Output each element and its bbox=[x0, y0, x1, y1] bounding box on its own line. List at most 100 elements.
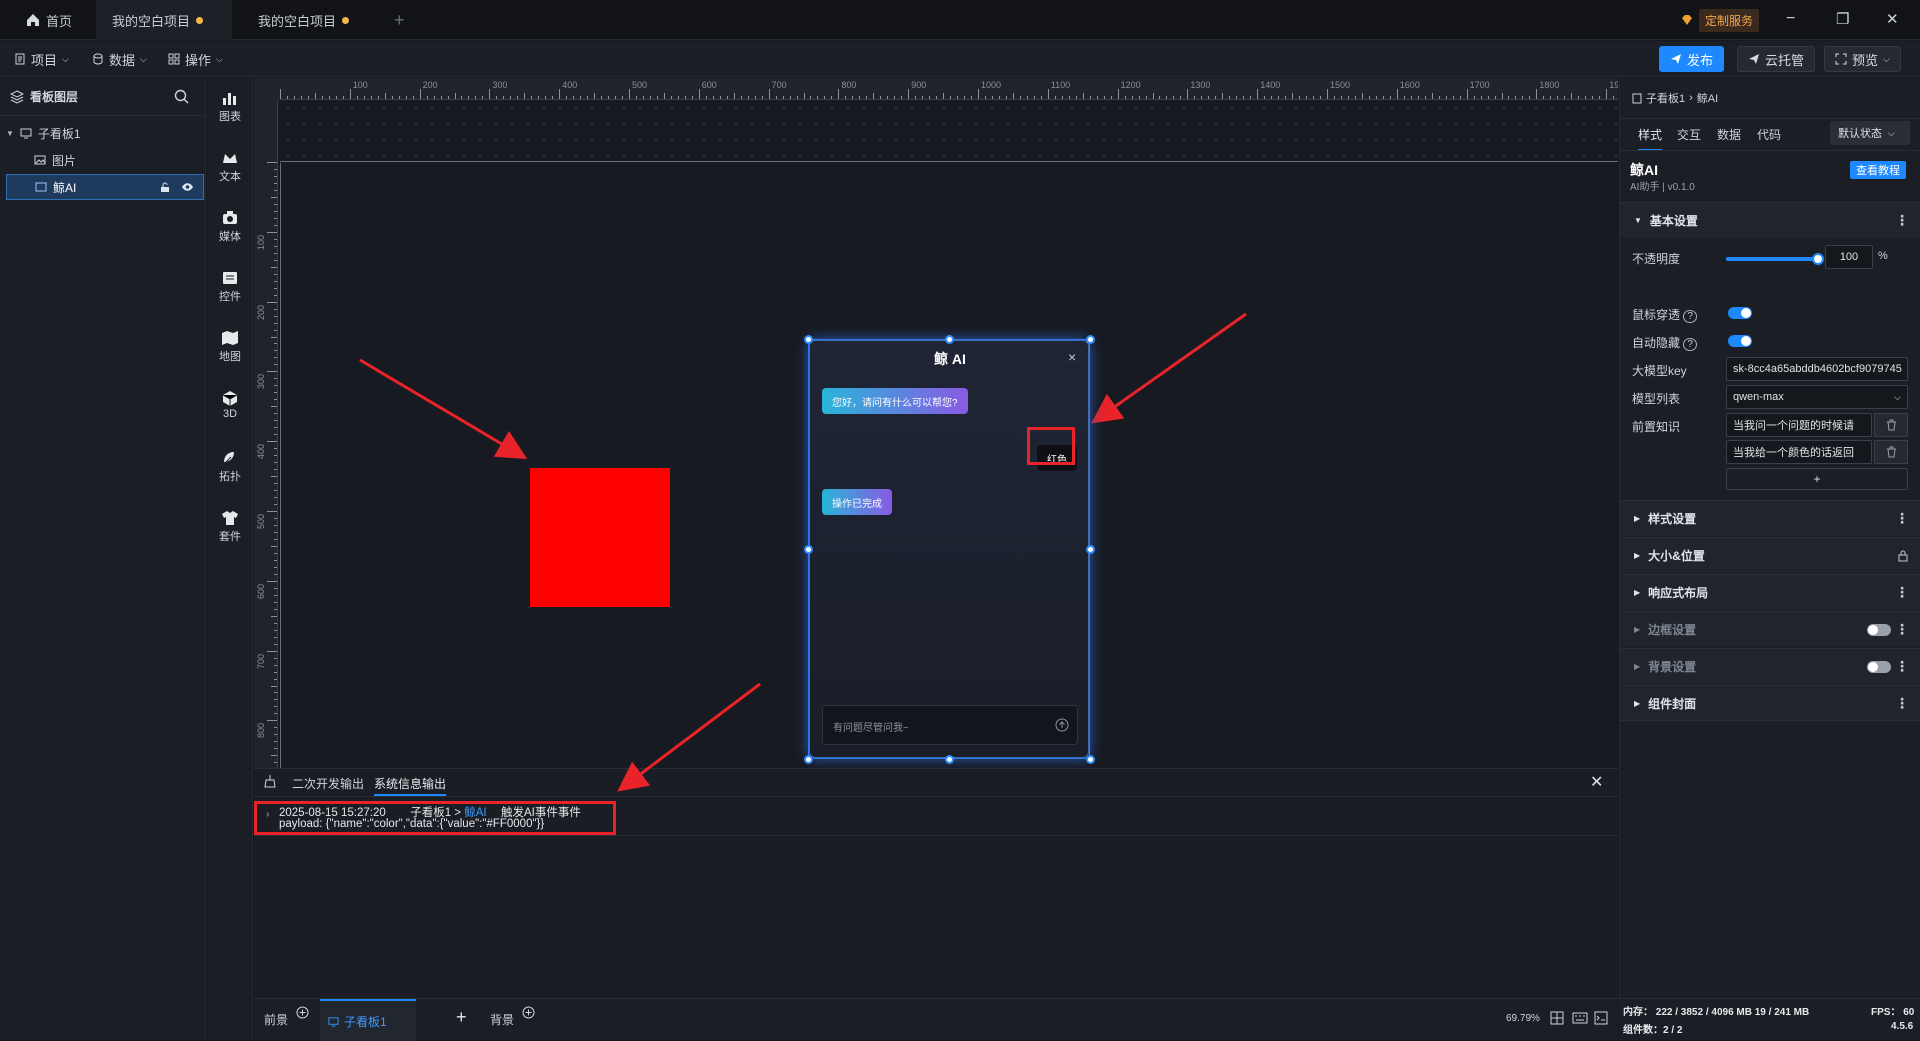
border-toggle[interactable] bbox=[1867, 624, 1891, 636]
console-close-button[interactable]: ✕ bbox=[1590, 772, 1603, 792]
minimize-button[interactable]: − bbox=[1786, 10, 1795, 28]
cloud-host-button[interactable]: 云托管 bbox=[1737, 46, 1816, 72]
caret-right-icon: ▶ bbox=[1634, 551, 1641, 560]
state-select[interactable]: 默认状态 ⌵ bbox=[1830, 121, 1910, 145]
tool-widget[interactable]: 控件 bbox=[207, 270, 253, 304]
tool-suite[interactable]: 套件 bbox=[207, 510, 253, 544]
add-board-button[interactable]: + bbox=[456, 1007, 467, 1028]
background-toggle[interactable] bbox=[1867, 661, 1891, 673]
resize-handle[interactable] bbox=[804, 755, 813, 764]
add-circle-icon[interactable] bbox=[296, 1006, 309, 1019]
close-window-button[interactable]: ✕ bbox=[1886, 10, 1899, 28]
more-icon[interactable]: ⋮ bbox=[1895, 659, 1909, 673]
tab-system-output[interactable]: 系统信息输出 bbox=[374, 775, 447, 796]
add-knowledge-button[interactable]: + bbox=[1726, 468, 1908, 490]
view-tutorial-button[interactable]: 查看教程 bbox=[1850, 161, 1906, 179]
new-tab-button[interactable]: + bbox=[378, 0, 421, 40]
auto-hide-toggle[interactable] bbox=[1728, 335, 1752, 347]
layer-item-subboard[interactable]: ▼ 子看板1 bbox=[6, 120, 204, 146]
more-icon[interactable]: ⋮ bbox=[1895, 213, 1909, 227]
model-key-label: 大模型key bbox=[1632, 364, 1687, 378]
layer-item-whale-ai[interactable]: 鲸AI bbox=[6, 174, 204, 200]
section-style-settings[interactable]: ▶ 样式设置 ⋮ bbox=[1620, 500, 1920, 536]
opacity-slider[interactable] bbox=[1726, 253, 1824, 265]
menu-data[interactable]: 数据 ⌵ bbox=[92, 41, 147, 77]
more-icon[interactable]: ⋮ bbox=[1895, 585, 1909, 599]
design-canvas[interactable]: 100 200 300 400 500 600 700 800 900 1000 1100 1200 1… bbox=[254, 78, 1618, 768]
more-icon[interactable]: ⋮ bbox=[1895, 511, 1909, 525]
tab-subboard[interactable]: 子看板1 bbox=[320, 999, 416, 1041]
tool-chart[interactable]: 图表 bbox=[207, 90, 253, 124]
resize-handle[interactable] bbox=[1086, 755, 1095, 764]
tool-text[interactable]: 文本 bbox=[207, 150, 253, 184]
add-circle-icon[interactable] bbox=[522, 1006, 535, 1019]
chat-input[interactable]: 有问题尽管问我~ bbox=[822, 705, 1078, 745]
resize-handle[interactable] bbox=[1086, 545, 1095, 554]
menu-project[interactable]: 项目 ⌵ bbox=[14, 41, 69, 77]
tool-media[interactable]: 媒体 bbox=[207, 210, 253, 244]
section-component-cover[interactable]: ▶ 组件封面 ⋮ bbox=[1620, 685, 1920, 721]
knowledge-input-2[interactable]: 当我给一个颜色的话返回 bbox=[1726, 440, 1872, 464]
terminal-icon[interactable] bbox=[1594, 1011, 1608, 1025]
fit-screen-icon[interactable] bbox=[1550, 1011, 1564, 1025]
breadcrumb-parent[interactable]: 子看板1 bbox=[1646, 90, 1685, 106]
chat-bot-message: 您好，请问有什么可以帮您? bbox=[822, 388, 968, 414]
section-responsive-layout[interactable]: ▶ 响应式布局 ⋮ bbox=[1620, 574, 1920, 610]
custom-service-button[interactable]: 定制服务 bbox=[1680, 8, 1760, 32]
whale-ai-chat-widget[interactable]: 鲸 AI × 您好，请问有什么可以帮您? 红色 操作已完成 有问题尽管问我~ bbox=[809, 340, 1089, 758]
tab-project-1[interactable]: 我的空白项目 bbox=[96, 0, 232, 40]
section-basic-settings[interactable]: ▼ 基本设置 ⋮ bbox=[1620, 202, 1920, 238]
section-background-settings[interactable]: ▶ 背景设置 ⋮ bbox=[1620, 648, 1920, 684]
resize-handle[interactable] bbox=[804, 545, 813, 554]
preview-button[interactable]: 预览 ⌵ bbox=[1824, 46, 1901, 72]
resize-handle[interactable] bbox=[1086, 335, 1095, 344]
tool-map[interactable]: 地图 bbox=[207, 330, 253, 364]
status-bar: 内存： 222 / 3852 / 4096 MB 19 / 241 MB FPS… bbox=[1619, 998, 1920, 1040]
eye-icon[interactable] bbox=[181, 181, 194, 193]
broom-icon[interactable] bbox=[262, 773, 278, 789]
keyboard-icon[interactable] bbox=[1572, 1012, 1588, 1024]
mouse-through-toggle[interactable] bbox=[1728, 307, 1752, 319]
help-icon[interactable]: ? bbox=[1683, 338, 1697, 351]
tab-data[interactable]: 数据 bbox=[1717, 126, 1741, 143]
knowledge-input-1[interactable]: 当我问一个问题的时候请 bbox=[1726, 413, 1872, 437]
more-icon[interactable]: ⋮ bbox=[1895, 622, 1909, 636]
tab-code[interactable]: 代码 bbox=[1757, 126, 1781, 143]
more-icon[interactable]: ⋮ bbox=[1895, 696, 1909, 710]
tab-foreground[interactable]: 前景 bbox=[264, 1011, 288, 1028]
section-size-position[interactable]: ▶ 大小&位置 bbox=[1620, 537, 1920, 573]
model-list-select[interactable]: qwen-max ⌵ bbox=[1726, 385, 1908, 409]
divider bbox=[1620, 150, 1920, 151]
publish-button[interactable]: 发布 bbox=[1659, 46, 1725, 72]
tool-topology[interactable]: 拓扑 bbox=[207, 450, 253, 484]
delete-knowledge-1-button[interactable] bbox=[1874, 413, 1908, 437]
layer-item-image[interactable]: 图片 bbox=[6, 147, 204, 173]
tab-project-2[interactable]: 我的空白项目 bbox=[242, 0, 365, 40]
opacity-input[interactable]: 100 bbox=[1825, 245, 1873, 269]
search-icon[interactable] bbox=[174, 89, 189, 104]
fullscreen-icon bbox=[1835, 53, 1847, 65]
help-icon[interactable]: ? bbox=[1683, 310, 1697, 323]
expand-caret-icon[interactable]: › bbox=[266, 809, 269, 820]
tool-3d[interactable]: 3D bbox=[207, 390, 253, 420]
send-arrow-icon[interactable] bbox=[1055, 718, 1069, 732]
lock-icon[interactable] bbox=[1897, 549, 1909, 562]
tab-dev-output[interactable]: 二次开发输出 bbox=[292, 775, 364, 792]
console-row-divider bbox=[254, 835, 1618, 836]
chat-close-button[interactable]: × bbox=[1068, 349, 1076, 365]
tab-background[interactable]: 背景 bbox=[490, 1011, 514, 1028]
section-border-settings[interactable]: ▶ 边框设置 ⋮ bbox=[1620, 611, 1920, 647]
zoom-level[interactable]: 69.79% bbox=[1506, 1013, 1540, 1024]
delete-knowledge-2-button[interactable] bbox=[1874, 440, 1908, 464]
unlock-icon[interactable] bbox=[159, 181, 171, 193]
tab-style[interactable]: 样式 bbox=[1638, 126, 1663, 151]
model-key-input[interactable]: sk-8cc4a65abddb4602bcf9079745 bbox=[1726, 357, 1908, 381]
opacity-slider-handle[interactable] bbox=[1812, 253, 1824, 265]
tab-interaction[interactable]: 交互 bbox=[1677, 126, 1701, 143]
resize-handle[interactable] bbox=[945, 335, 954, 344]
resize-handle[interactable] bbox=[945, 755, 954, 764]
menu-operation[interactable]: 操作 ⌵ bbox=[168, 41, 223, 77]
resize-handle[interactable] bbox=[804, 335, 813, 344]
tab-home[interactable]: 首页 bbox=[10, 0, 88, 40]
maximize-button[interactable]: ❐ bbox=[1836, 10, 1849, 28]
